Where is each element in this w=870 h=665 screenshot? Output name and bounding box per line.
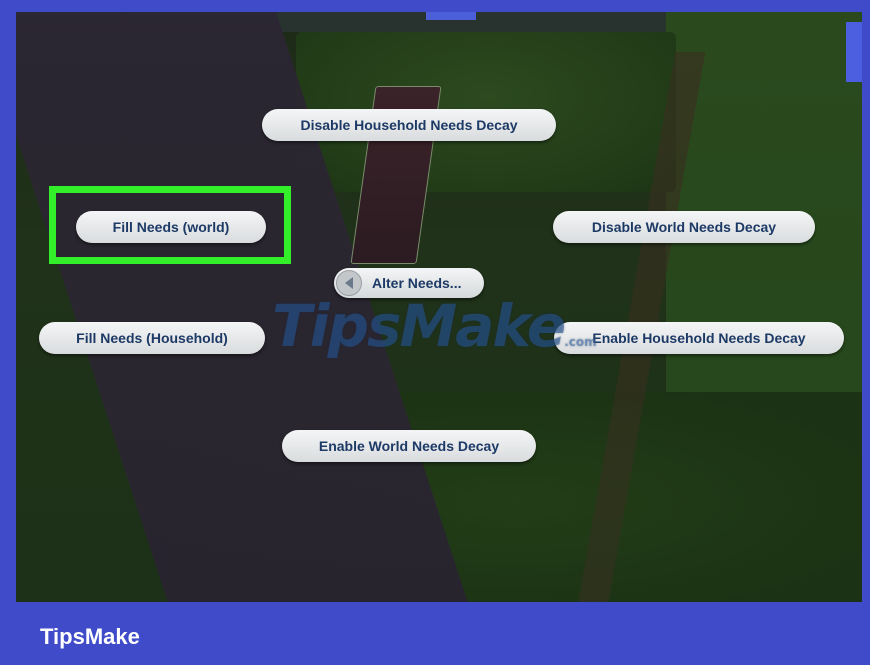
scene-blue-object bbox=[846, 22, 862, 82]
fill-needs-household-button[interactable]: Fill Needs (Household) bbox=[39, 322, 265, 354]
scene-blue-top-object bbox=[426, 12, 476, 20]
alter-needs-button[interactable]: Alter Needs... bbox=[334, 268, 484, 298]
alter-needs-label: Alter Needs... bbox=[372, 275, 462, 291]
disable-world-needs-decay-button[interactable]: Disable World Needs Decay bbox=[553, 211, 815, 243]
enable-household-needs-decay-button[interactable]: Enable Household Needs Decay bbox=[554, 322, 844, 354]
disable-household-needs-decay-button[interactable]: Disable Household Needs Decay bbox=[262, 109, 556, 141]
game-viewport[interactable]: Disable Household Needs Decay Fill Needs… bbox=[16, 12, 862, 602]
footer-brand: TipsMake bbox=[40, 624, 140, 649]
back-arrow-icon[interactable] bbox=[336, 270, 362, 296]
enable-world-needs-decay-button[interactable]: Enable World Needs Decay bbox=[282, 430, 536, 462]
highlight-box bbox=[49, 186, 291, 264]
